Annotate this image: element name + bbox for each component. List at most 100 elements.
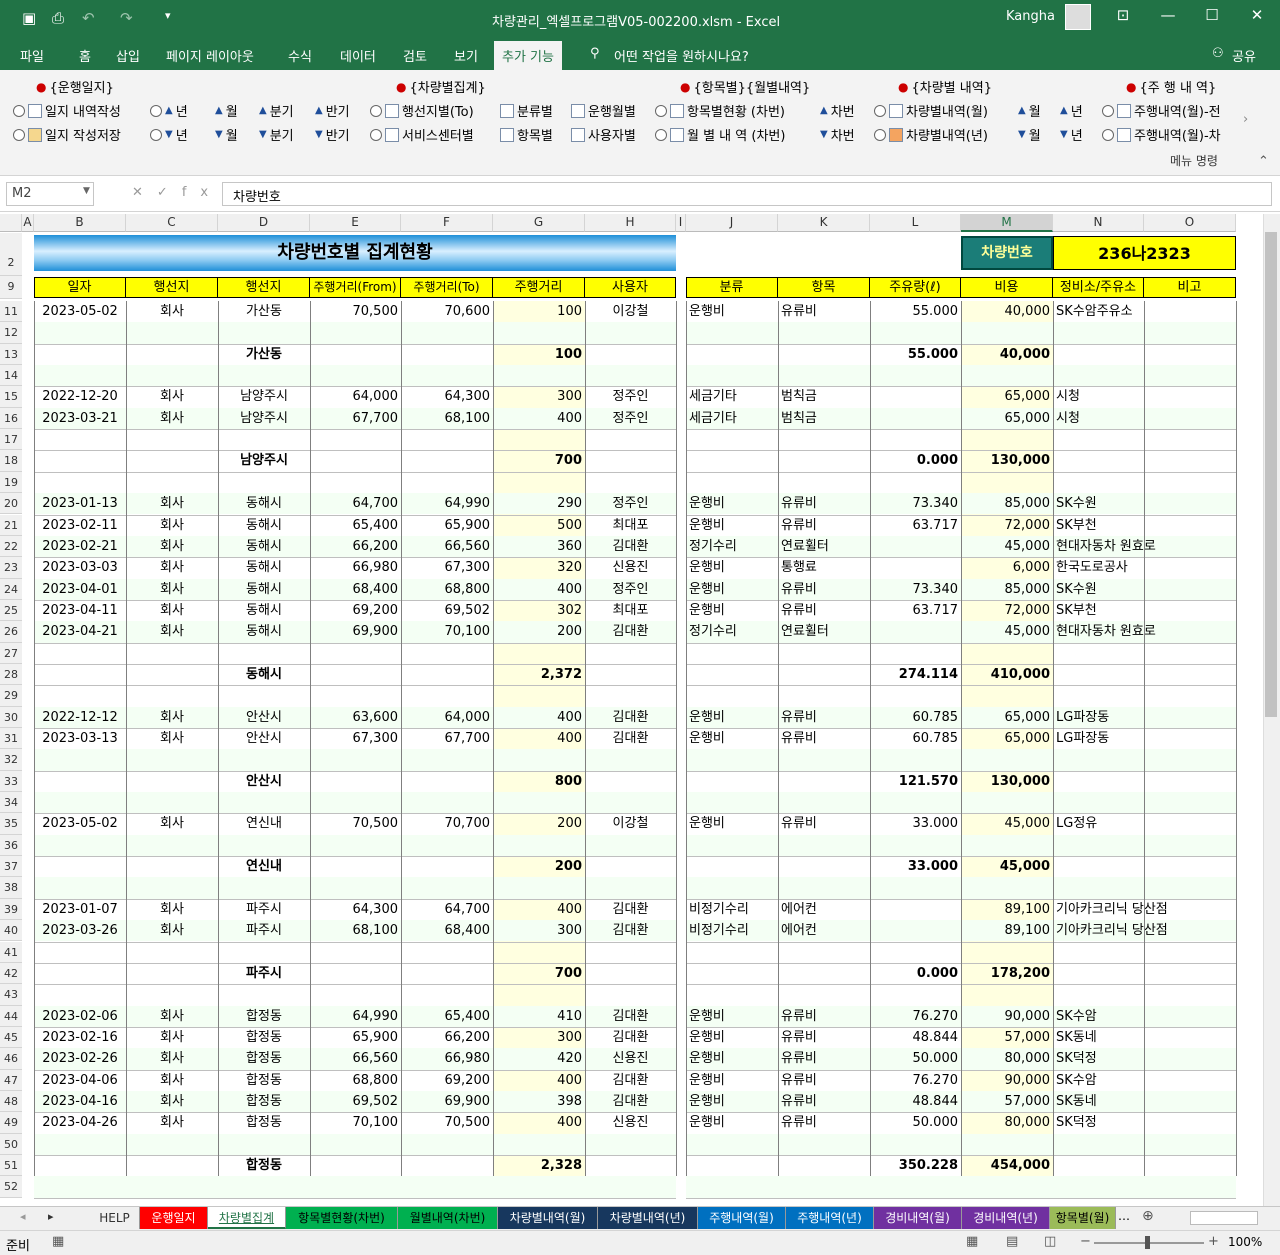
cell-fuel[interactable]: 33.000: [870, 856, 961, 877]
cell-cost[interactable]: 72,000: [961, 600, 1053, 621]
cell-cls[interactable]: 정기수리: [686, 621, 778, 642]
cell-km1[interactable]: 63,600: [310, 707, 401, 728]
cell-dist[interactable]: 300: [493, 1027, 585, 1048]
cell-dist[interactable]: 290: [493, 493, 585, 514]
undo-icon[interactable]: ↶: [82, 9, 95, 27]
cell-cls[interactable]: 운행비: [686, 1070, 778, 1091]
scroll-right-icon[interactable]: ▸: [48, 1210, 54, 1223]
row-header[interactable]: 23: [0, 557, 22, 579]
row-header[interactable]: 14: [0, 365, 22, 387]
cell-item[interactable]: 통행료: [778, 557, 870, 578]
cell-to[interactable]: 합정동: [218, 1048, 310, 1069]
cell-item[interactable]: 유류비: [778, 579, 870, 600]
cell-item[interactable]: 유류비: [778, 493, 870, 514]
tab-data[interactable]: 데이터: [340, 46, 376, 65]
cell-dist[interactable]: 420: [493, 1048, 585, 1069]
column-header[interactable]: H: [585, 214, 676, 232]
cell-from[interactable]: 회사: [126, 1112, 218, 1133]
cell-dist[interactable]: 200: [493, 621, 585, 642]
cell-cls[interactable]: 운행비: [686, 728, 778, 749]
row-header[interactable]: 42: [0, 962, 22, 985]
cell-km2[interactable]: 65,900: [401, 515, 493, 536]
cell-dist[interactable]: 400: [493, 408, 585, 429]
row-header[interactable]: 43: [0, 984, 22, 1006]
cell-km2[interactable]: 70,700: [401, 813, 493, 834]
column-header[interactable]: O: [1144, 214, 1236, 232]
cell-user[interactable]: 최대포: [585, 515, 676, 536]
column-header[interactable]: F: [401, 214, 493, 232]
radio-icon[interactable]: [1102, 128, 1114, 141]
row-header[interactable]: 20: [0, 493, 22, 515]
row-header[interactable]: 19: [0, 471, 22, 494]
cell-date[interactable]: 2023-04-06: [34, 1070, 126, 1091]
cell-fuel[interactable]: 76.270: [870, 1006, 961, 1027]
cell-to[interactable]: 동해시: [218, 493, 310, 514]
cell-to[interactable]: 안산시: [218, 728, 310, 749]
cancel-icon[interactable]: ✕: [132, 185, 157, 200]
row-header[interactable]: 11: [0, 301, 22, 323]
cell-km1[interactable]: 67,700: [310, 408, 401, 429]
cell-user[interactable]: 최대포: [585, 600, 676, 621]
cell-cost[interactable]: 65,000: [961, 386, 1053, 407]
cell-date[interactable]: 2023-03-13: [34, 728, 126, 749]
cell-to[interactable]: 안산시: [218, 771, 310, 792]
cell-cost[interactable]: 80,000: [961, 1112, 1053, 1133]
cell-km2[interactable]: 64,000: [401, 707, 493, 728]
cell-fuel[interactable]: 55.000: [870, 344, 961, 365]
chevron-down-icon[interactable]: ▼: [83, 186, 90, 196]
customize-qat-icon[interactable]: ▾: [165, 9, 171, 22]
btn-quarter-up[interactable]: ▲ 분기: [259, 101, 294, 120]
cell-fuel[interactable]: 60.785: [870, 707, 961, 728]
macro-record-icon[interactable]: ▦: [52, 1234, 64, 1249]
row-header[interactable]: 44: [0, 1005, 22, 1027]
cell-item[interactable]: 유류비: [778, 1048, 870, 1069]
cell-dist[interactable]: 302: [493, 600, 585, 621]
btn-car-detail-month[interactable]: 차량별내역(월): [874, 101, 988, 120]
share-button[interactable]: 공유: [1232, 46, 1256, 65]
cell-to[interactable]: 남양주시: [218, 450, 310, 471]
cell-date[interactable]: 2023-04-26: [34, 1112, 126, 1133]
column-header[interactable]: I: [676, 214, 686, 232]
row-header[interactable]: 25: [0, 599, 22, 622]
cell-item[interactable]: 범칙금: [778, 386, 870, 407]
sheet-tab[interactable]: 항목별현황(차번): [286, 1207, 398, 1229]
btn-log-save[interactable]: 일지 작성저장: [13, 125, 121, 144]
zoom-level[interactable]: 100%: [1228, 1235, 1262, 1249]
sheet-tab[interactable]: 차량별내역(월): [498, 1207, 598, 1229]
cell-to[interactable]: 동해시: [218, 600, 310, 621]
cell-cls[interactable]: 운행비: [686, 1112, 778, 1133]
ribbon-display-icon[interactable]: ⊡: [1111, 6, 1135, 24]
sheet-tab[interactable]: 주행내역(년): [786, 1207, 874, 1229]
sheet-tab[interactable]: 차량별내역(년): [598, 1207, 698, 1229]
cell-to[interactable]: 안산시: [218, 707, 310, 728]
btn-year-up[interactable]: ▲ 년: [150, 101, 188, 120]
row-header[interactable]: 36: [0, 834, 22, 857]
btn-by-destination[interactable]: 행선지별(To): [370, 101, 474, 120]
btn-carno-up[interactable]: ▲ 차번: [820, 101, 855, 120]
cell-cost[interactable]: 90,000: [961, 1070, 1053, 1091]
cell-cost[interactable]: 40,000: [961, 301, 1053, 322]
cell-cls[interactable]: 운행비: [686, 493, 778, 514]
cell-dist[interactable]: 800: [493, 771, 585, 792]
cell-cost[interactable]: 57,000: [961, 1027, 1053, 1048]
cell-km1[interactable]: 66,980: [310, 557, 401, 578]
btn-car-month-down[interactable]: ▼ 월: [1018, 125, 1041, 144]
btn-month-up[interactable]: ▲ 월: [215, 101, 238, 120]
cell-from[interactable]: 회사: [126, 600, 218, 621]
cell-cls[interactable]: 운행비: [686, 1006, 778, 1027]
cell-date[interactable]: 2023-02-26: [34, 1048, 126, 1069]
cell-to[interactable]: 동해시: [218, 579, 310, 600]
cell-dist[interactable]: 400: [493, 707, 585, 728]
cell-date[interactable]: 2023-04-21: [34, 621, 126, 642]
cell-km1[interactable]: 66,560: [310, 1048, 401, 1069]
cell-cls[interactable]: 운행비: [686, 579, 778, 600]
cell-date[interactable]: 2023-02-06: [34, 1006, 126, 1027]
cell-from[interactable]: 회사: [126, 1027, 218, 1048]
btn-by-user[interactable]: 사용자별: [571, 125, 636, 144]
cell-user[interactable]: 김대환: [585, 1091, 676, 1112]
row-header[interactable]: 33: [0, 770, 22, 793]
collapse-ribbon-icon[interactable]: ⌃: [1258, 154, 1269, 169]
minimize-icon[interactable]: —: [1156, 6, 1180, 24]
cell-km1[interactable]: 69,502: [310, 1091, 401, 1112]
column-header[interactable]: N: [1053, 214, 1144, 232]
